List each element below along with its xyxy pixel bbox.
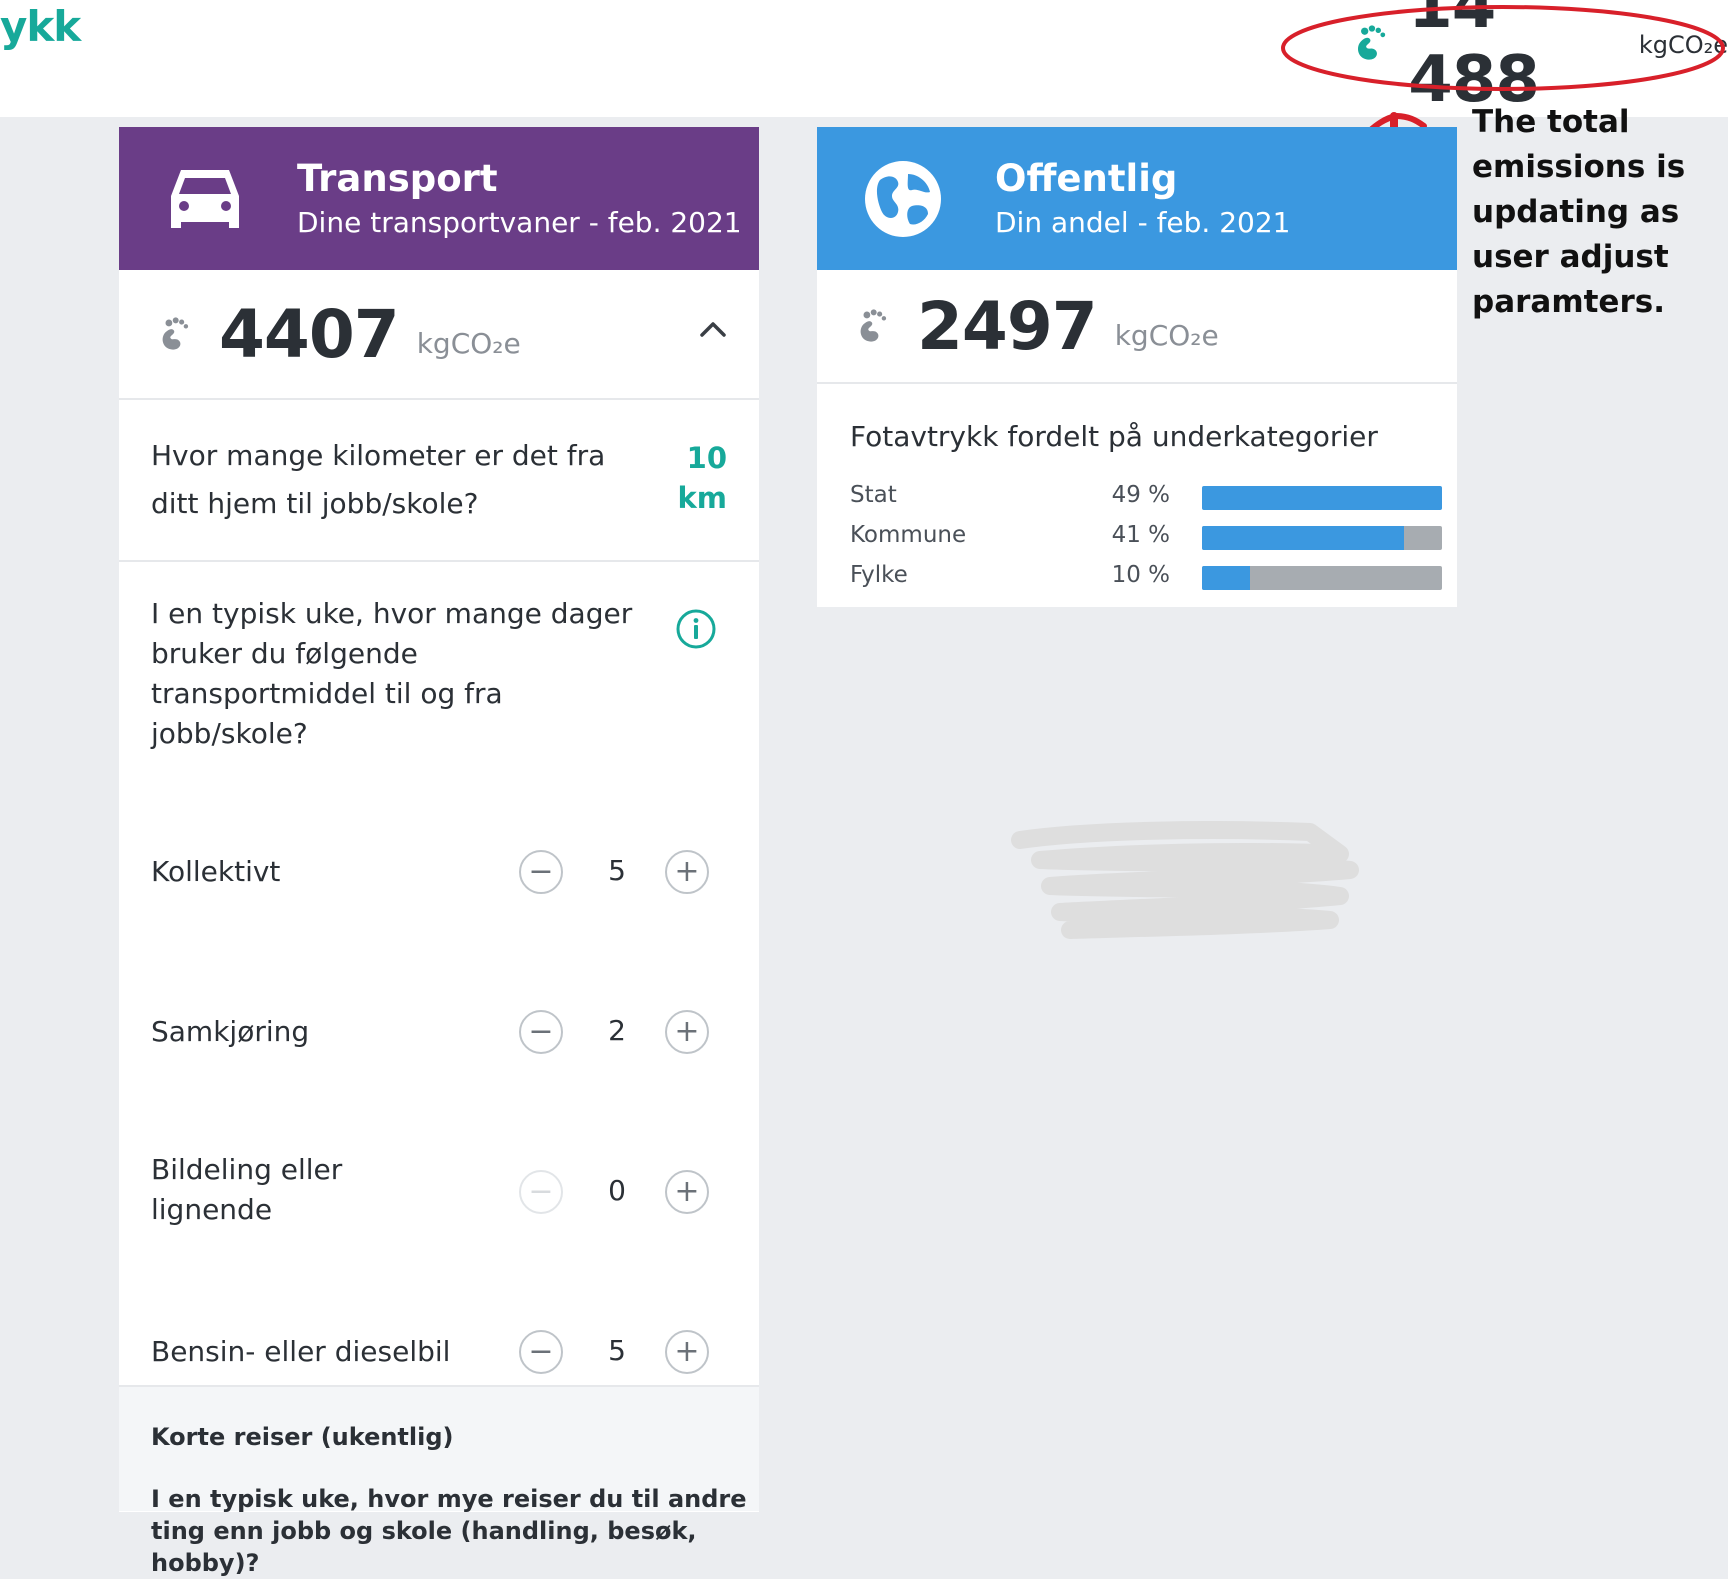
category-name: Kommune	[850, 522, 967, 548]
mode-label: Samkjøring	[151, 1015, 310, 1048]
minus-button[interactable]: −	[519, 1170, 563, 1214]
plus-button[interactable]: +	[665, 1010, 709, 1054]
category-bar	[1202, 526, 1442, 550]
quantity-stepper: − 0 +	[519, 1170, 739, 1218]
transport-subtitle: Dine transportvaner - feb. 2021	[297, 205, 742, 239]
distance-question: Hvor mange kilometer er det fra ditt hje…	[151, 439, 606, 520]
plus-icon: +	[674, 854, 700, 889]
minus-button[interactable]: −	[519, 850, 563, 894]
days-question-row: I en typisk uke, hvor mange dager bruker…	[119, 562, 759, 792]
annotation-ellipse	[1281, 5, 1725, 91]
quantity-stepper: − 5 +	[519, 1330, 739, 1378]
category-name: Stat	[850, 482, 897, 508]
transport-header: Transport Dine transportvaner - feb. 202…	[119, 127, 759, 270]
minus-icon: −	[528, 1174, 554, 1209]
globe-icon	[859, 155, 947, 243]
plus-button[interactable]: +	[665, 1170, 709, 1214]
minus-icon: −	[528, 854, 554, 889]
mode-label: Kollektivt	[151, 855, 281, 888]
car-icon	[161, 155, 249, 243]
minus-icon: −	[528, 1334, 554, 1369]
annotation-note: The total emissions is updating as user …	[1472, 104, 1686, 320]
quantity-stepper: − 2 +	[519, 1010, 739, 1058]
info-icon[interactable]	[675, 608, 717, 650]
mode-label: Bensin- eller dieselbil	[151, 1335, 451, 1368]
offentlig-total: 2497	[917, 287, 1098, 365]
logo[interactable]: ykk	[0, 2, 81, 51]
footprint-icon	[162, 317, 189, 350]
mode-row-samkjoring: Samkjøring − 2 +	[119, 952, 759, 1112]
offentlig-subtitle: Din andel - feb. 2021	[995, 205, 1291, 239]
subcategory-breakdown: Fotavtrykk fordelt på underkategorier St…	[817, 384, 1457, 610]
short-trips-section: Korte reiser (ukentlig) I en typisk uke,…	[119, 1385, 759, 1577]
short-trips-heading: Korte reiser (ukentlig)	[151, 1423, 454, 1451]
offentlig-summary: 2497 kgCO₂e	[817, 270, 1457, 384]
category-bar	[1202, 486, 1442, 510]
redaction-scribble	[1011, 821, 1359, 939]
transport-card: Transport Dine transportvaner - feb. 202…	[119, 127, 759, 1577]
category-percent: 49 %	[1111, 482, 1170, 508]
category-bar	[1202, 566, 1442, 590]
plus-button[interactable]: +	[665, 1330, 709, 1374]
transport-title: Transport	[297, 156, 498, 200]
offentlig-title: Offentlig	[995, 156, 1178, 200]
transport-total: 4407	[219, 295, 400, 373]
offentlig-card: Offentlig Din andel - feb. 2021 2497 kgC…	[817, 127, 1457, 607]
transport-summary[interactable]: 4407 kgCO₂e	[119, 270, 759, 400]
mode-row-kollektivt: Kollektivt − 5 +	[119, 792, 759, 952]
stepper-value: 5	[608, 1334, 626, 1367]
chevron-up-icon[interactable]	[699, 320, 727, 338]
mode-label: Bildeling eller lignende	[151, 1153, 343, 1226]
minus-icon: −	[528, 1014, 554, 1049]
category-name: Fylke	[850, 562, 908, 588]
plus-icon: +	[674, 1014, 700, 1049]
footprint-icon	[860, 309, 887, 342]
distance-value-display[interactable]: 10 km	[677, 438, 727, 518]
distance-value: 10	[686, 441, 727, 475]
mode-row-bildeling: Bildeling eller lignende − 0 +	[119, 1112, 759, 1272]
category-row-kommune: Kommune 41 %	[850, 522, 1442, 552]
offentlig-header: Offentlig Din andel - feb. 2021	[817, 127, 1457, 270]
stepper-value: 0	[608, 1174, 626, 1207]
days-question: I en typisk uke, hvor mange dager bruker…	[151, 597, 633, 750]
category-row-stat: Stat 49 %	[850, 482, 1442, 512]
plus-icon: +	[674, 1174, 700, 1209]
distance-unit: km	[677, 481, 727, 515]
category-bar-fill	[1202, 486, 1442, 510]
stepper-value: 2	[608, 1014, 626, 1047]
minus-button[interactable]: −	[519, 1010, 563, 1054]
category-percent: 41 %	[1111, 522, 1170, 548]
category-row-fylke: Fylke 10 %	[850, 562, 1442, 592]
category-bar-fill	[1202, 526, 1404, 550]
transport-unit: kgCO₂e	[416, 326, 521, 360]
short-trips-question: I en typisk uke, hvor mye reiser du til …	[151, 1485, 747, 1577]
plus-icon: +	[674, 1334, 700, 1369]
minus-button[interactable]: −	[519, 1330, 563, 1374]
category-bar-fill	[1202, 566, 1250, 590]
offentlig-unit: kgCO₂e	[1114, 318, 1219, 352]
distance-question-row[interactable]: Hvor mange kilometer er det fra ditt hje…	[119, 400, 759, 562]
stepper-value: 5	[608, 854, 626, 887]
breakdown-title: Fotavtrykk fordelt på underkategorier	[850, 420, 1378, 453]
category-percent: 10 %	[1111, 562, 1170, 588]
quantity-stepper: − 5 +	[519, 850, 739, 898]
plus-button[interactable]: +	[665, 850, 709, 894]
